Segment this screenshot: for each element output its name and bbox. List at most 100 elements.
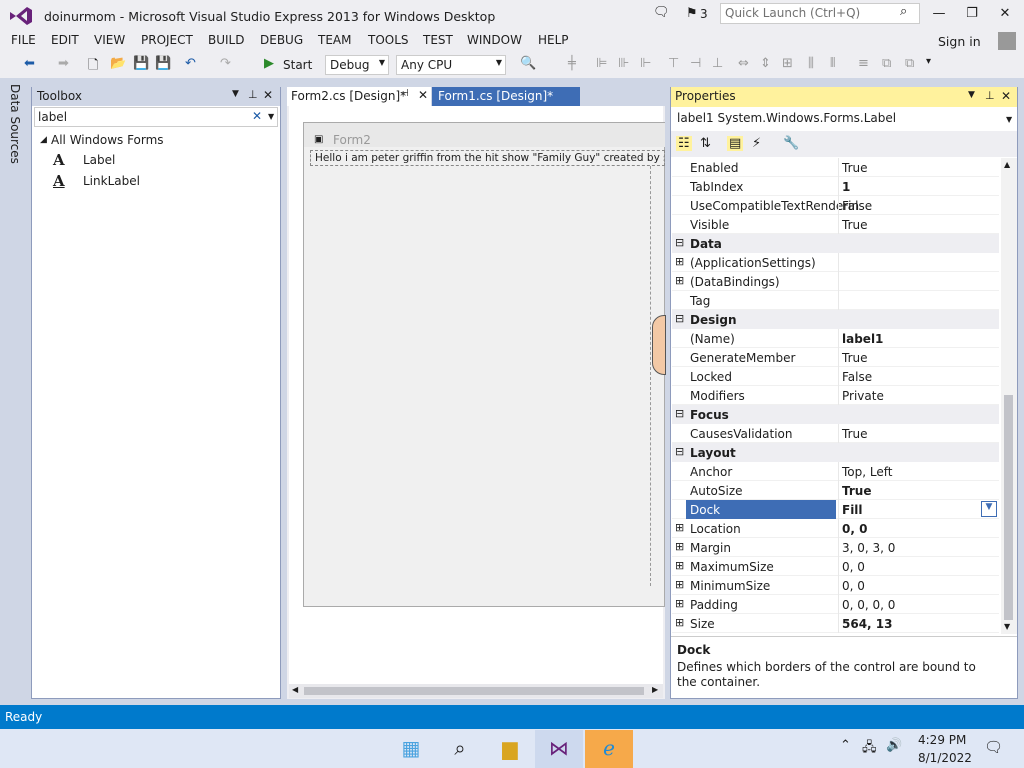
events-icon[interactable]: ⚡ [752,136,761,151]
notification-count[interactable]: 3 [700,7,708,21]
property-value[interactable]: Top, Left [842,465,892,479]
chevron-down-icon[interactable]: ▼ [981,501,997,517]
property-value[interactable]: label1 [842,332,883,346]
property-category[interactable]: ⊟ Data [672,234,999,253]
expand-icon[interactable]: ⊞ [675,540,684,553]
collapse-icon[interactable]: ⊟ [675,312,684,325]
clock-date[interactable]: 8/1/2022 [918,751,972,765]
property-row[interactable]: ⊞ (DataBindings) [672,272,999,291]
back-icon[interactable]: ⬅ [24,56,35,71]
pin-icon[interactable]: ⊣ [400,88,409,99]
property-row[interactable]: GenerateMember True [672,348,999,367]
clock-time[interactable]: 4:29 PM [918,733,966,747]
visual-studio-taskbar-icon[interactable]: ⋈ [535,730,583,768]
property-value[interactable]: 1 [842,180,850,194]
property-row[interactable]: ⊞ MaximumSize 0, 0 [672,557,999,576]
expand-icon[interactable]: ⊞ [675,616,684,629]
collapse-icon[interactable]: ⊟ [675,236,684,249]
align-lefts-icon[interactable]: ⊫ [596,56,607,71]
property-value[interactable]: 0, 0 [842,579,865,593]
property-row[interactable]: ⊞ Location 0, 0 [672,519,999,538]
property-row[interactable]: TabIndex 1 [672,177,999,196]
save-all-icon[interactable]: 💾 [155,56,171,71]
toolbox-group[interactable]: All Windows Forms [51,133,164,147]
property-value[interactable]: Private [842,389,884,403]
form-preview[interactable] [303,122,665,607]
property-pages-icon[interactable]: 🔧 [783,136,799,151]
property-category[interactable]: ⊟ Layout [672,443,999,462]
toolbox-item-label[interactable]: Label [83,153,115,167]
expand-icon[interactable]: ⊞ [675,521,684,534]
volume-icon[interactable]: 🔊 [886,738,902,753]
scroll-thumb[interactable] [304,687,644,695]
property-value[interactable]: True [842,218,868,232]
make-same-height-icon[interactable]: ⇕ [760,56,771,71]
network-icon[interactable]: 🖧 [862,738,877,760]
property-row[interactable]: Enabled True [672,158,999,177]
pin-icon[interactable]: ⊥ [985,89,995,102]
property-row[interactable]: AutoSize True [672,481,999,500]
property-row[interactable]: Tag [672,291,999,310]
align-bottoms-icon[interactable]: ⊥ [712,56,723,71]
property-row[interactable]: ⊞ (ApplicationSettings) [672,253,999,272]
label1-control[interactable]: Hello i am peter griffin from the hit sh… [310,150,665,166]
data-sources-tab[interactable]: Data Sources [8,84,22,164]
menu-edit[interactable]: EDIT [51,33,79,47]
collapse-triangle-icon[interactable]: ◢ [40,135,47,145]
dropdown-icon[interactable]: ▼ [968,90,975,100]
menu-team[interactable]: TEAM [318,33,351,47]
scroll-up-icon[interactable]: ▲ [1004,160,1010,169]
collapse-icon[interactable]: ⊟ [675,445,684,458]
new-project-icon[interactable]: 🗋 [88,56,98,78]
align-rights-icon[interactable]: ⊩ [640,56,651,71]
horizontal-spacing-icon[interactable]: ⫼ [808,56,814,71]
expand-icon[interactable]: ⊞ [675,255,684,268]
menu-view[interactable]: VIEW [94,33,125,47]
start-icon[interactable]: ▶ [264,56,274,71]
close-button[interactable]: ✕ [993,6,1017,21]
property-row[interactable]: Visible True [672,215,999,234]
open-file-icon[interactable]: 📂 [110,56,126,71]
property-value[interactable]: 564, 13 [842,617,892,631]
close-icon[interactable]: ✕ [418,88,428,102]
configuration-select[interactable]: Debug ▼ [325,55,389,75]
toolbox-item-linklabel[interactable]: LinkLabel [83,174,140,188]
menu-window[interactable]: WINDOW [467,33,522,47]
search-icon[interactable]: ⌕ [900,4,907,19]
property-value[interactable]: 0, 0, 0, 0 [842,598,895,612]
save-icon[interactable]: 💾 [133,56,149,71]
close-icon[interactable]: ✕ [263,88,273,102]
expand-icon[interactable]: ⊞ [675,559,684,572]
menu-project[interactable]: PROJECT [141,33,193,47]
properties-view-icon[interactable]: ▤ [727,136,744,151]
close-icon[interactable]: ✕ [1001,89,1011,103]
toolbar-overflow-icon[interactable]: ▾ [926,56,931,67]
property-value[interactable]: True [842,351,868,365]
menu-help[interactable]: HELP [538,33,569,47]
scroll-left-icon[interactable]: ◀ [292,685,298,694]
toolbox-search-input[interactable] [34,107,278,127]
property-value[interactable]: True [842,427,868,441]
pin-icon[interactable]: ⊥ [248,88,258,101]
property-row[interactable]: (Name) label1 [672,329,999,348]
expand-icon[interactable]: ⊞ [675,597,684,610]
sign-in-link[interactable]: Sign in [938,34,981,49]
internet-explorer-icon[interactable]: ℯ [585,730,633,768]
align-tops-icon[interactable]: ⊤ [668,56,679,71]
search-icon[interactable]: ⌕ [436,730,484,768]
feedback-icon[interactable]: 🗨 [653,5,670,20]
property-row[interactable]: Anchor Top, Left [672,462,999,481]
property-row[interactable]: Locked False [672,367,999,386]
property-value[interactable]: 3, 0, 3, 0 [842,541,895,555]
menu-test[interactable]: TEST [423,33,453,47]
platform-select[interactable]: Any CPU ▼ [396,55,506,75]
expand-icon[interactable]: ⊞ [675,274,684,287]
property-category[interactable]: ⊟ Focus [672,405,999,424]
bring-to-front-icon[interactable]: ⧉ [882,56,891,71]
property-value[interactable]: False [842,199,872,213]
vertical-spacing-icon[interactable]: ≡ [858,56,869,71]
expand-icon[interactable]: ⊞ [675,578,684,591]
align-grid-icon[interactable]: ╪ [568,56,576,71]
chevron-down-icon[interactable]: ▼ [268,112,274,121]
alphabetical-icon[interactable]: ⇅ [700,136,711,151]
